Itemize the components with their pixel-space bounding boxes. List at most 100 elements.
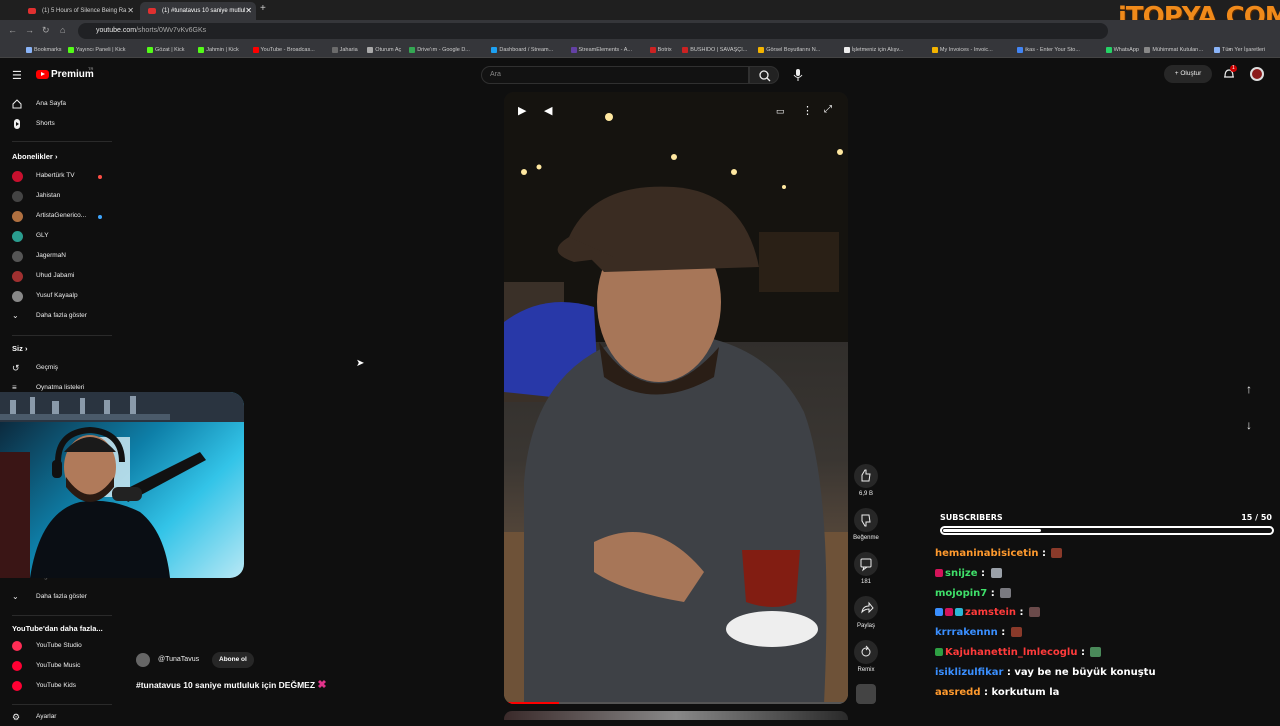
bookmark-item[interactable]: Bookmarks (26, 44, 62, 56)
stream-chat-overlay: hemaninabisicetin : snijze : mojopin7 : … (935, 544, 1275, 702)
short-title[interactable]: #tunatavus 10 saniye mutluluk için DEĞME… (136, 678, 327, 691)
home-icon[interactable]: ⌂ (60, 25, 65, 35)
play-icon[interactable]: ▶ (518, 104, 526, 117)
chat-username: Kajuhanettin_lmlecoglu (945, 646, 1078, 658)
captions-icon[interactable]: ▭ (776, 106, 785, 117)
chat-message: hemaninabisicetin : (935, 544, 1275, 564)
new-tab-button[interactable]: + (260, 3, 266, 14)
bookmark-item[interactable]: Görsel Boyutlarını N... (758, 44, 820, 56)
divider (12, 141, 112, 142)
subscriptions-heading[interactable]: Abonelikler › (12, 152, 57, 161)
sidebar-channel-item[interactable]: Yusuf Kayaalp (0, 287, 118, 305)
sidebar-channel-item[interactable]: GLY (0, 227, 118, 245)
close-tab-icon[interactable]: ✕ (245, 2, 252, 20)
volume-icon[interactable]: ◀ (544, 104, 552, 117)
reload-icon[interactable]: ↻ (42, 25, 50, 36)
bookmark-item[interactable]: StreamElements - A... (570, 44, 632, 56)
progress-track[interactable] (504, 702, 848, 704)
chat-emote-icon (1051, 548, 1063, 558)
close-tab-icon[interactable]: ✕ (127, 2, 134, 20)
browser-tab-1[interactable]: (1) 5 Hours of Silence Being Ra ✕ (20, 2, 138, 20)
show-more-button-2[interactable]: ⌄ Daha fazla göster (0, 588, 118, 606)
previous-short-button[interactable]: ↑ (1246, 382, 1252, 396)
bookmark-item[interactable]: YouTube - Broadcas... (252, 44, 315, 56)
you-heading[interactable]: Siz › (12, 344, 27, 353)
address-bar[interactable]: youtube.com/shorts/0Wv7vKv6GKs (78, 23, 1108, 39)
show-more-button[interactable]: ⌄ Daha fazla göster (0, 307, 118, 325)
create-button[interactable]: + Oluştur (1164, 65, 1212, 83)
dislike-button[interactable]: Beğenme (852, 508, 880, 541)
sidebar-channel-item[interactable]: Habertürk TV (0, 167, 118, 185)
bookmark-item[interactable]: My Invoices - Invoic... (931, 44, 993, 56)
remix-label: Remix (857, 667, 875, 673)
like-button[interactable]: 6,9 B (852, 464, 880, 497)
chat-separator: : (977, 567, 989, 579)
sidebar-item-youtube-music[interactable]: YouTube Music (0, 657, 118, 675)
channel-avatar[interactable] (136, 653, 150, 667)
next-short-button[interactable]: ↓ (1246, 418, 1252, 432)
chat-separator: : (1077, 646, 1089, 658)
search-button[interactable] (749, 66, 779, 84)
sidebar-channel-item[interactable]: Jahistan (0, 187, 118, 205)
bookmark-item[interactable]: Jahmin | Kick (198, 44, 239, 56)
channel-name[interactable]: @TunaTavus (158, 652, 199, 668)
more-from-youtube-heading: YouTube'dan daha fazla... (12, 624, 103, 633)
bookmark-item[interactable]: Dashboard / Stream... (491, 44, 553, 56)
hamburger-menu-icon[interactable]: ☰ (12, 69, 22, 82)
create-label: Oluştur (1180, 70, 1202, 77)
sidebar-item-youtube-studio[interactable]: YouTube Studio (0, 637, 118, 655)
remix-button[interactable]: Remix (852, 640, 880, 673)
bookmarks-bar: Bookmarks Yayıncı Paneli | Kick Gözat | Ki… (0, 42, 1280, 58)
sidebar-item-settings[interactable]: ⚙ Ayarlar (0, 708, 118, 726)
bookmark-item[interactable]: Drive'ım - Google D... (409, 44, 470, 56)
next-short-preview[interactable] (504, 711, 848, 720)
divider (12, 704, 112, 705)
audio-source-thumbnail[interactable] (856, 684, 876, 704)
search-input[interactable]: Ara (481, 66, 749, 84)
chevron-right-icon: › (54, 152, 58, 161)
bookmark-item[interactable]: ikas - Enter Your Sto... (1017, 44, 1080, 56)
sidebar-item-home[interactable]: Ana Sayfa (0, 95, 118, 113)
sidebar-channel-item[interactable]: Uhud Jabami (0, 267, 118, 285)
chat-separator: : (987, 587, 999, 599)
forward-icon[interactable]: → (25, 25, 34, 35)
subscribe-button[interactable]: Abone ol (212, 652, 254, 668)
fullscreen-icon[interactable]: ⤢ (824, 104, 832, 115)
bookmark-favicon-icon (198, 47, 205, 53)
bookmark-item[interactable]: Yayıncı Paneli | Kick (67, 44, 126, 56)
share-button[interactable]: Paylaş (852, 596, 880, 629)
more-options-icon[interactable]: ⋮ (802, 104, 813, 117)
bookmark-item[interactable]: Botrix (649, 44, 672, 56)
bookmark-item[interactable]: Jaharia (331, 44, 358, 56)
bookmark-item[interactable]: Oturum Aç (367, 44, 401, 56)
bookmark-item[interactable]: WhatsApp (1105, 44, 1139, 56)
chat-separator: : (1003, 666, 1015, 678)
bookmark-item[interactable]: Gözat | Kick (147, 44, 185, 56)
shorts-video-player[interactable]: ▶ ◀ ▭ ⋮ ⤢ (504, 92, 848, 704)
browser-tab-2[interactable]: (1) #tunatavus 10 saniye mutlul ✕ (140, 2, 256, 20)
chat-username: aasredd (935, 686, 981, 698)
youtube-studio-icon (12, 641, 22, 651)
bookmark-item[interactable]: İşletmeniz için Alışv... (843, 44, 903, 56)
chat-emote-icon (1029, 607, 1041, 618)
back-icon[interactable]: ← (8, 25, 17, 35)
bookmark-label: Drive'ım - Google D... (417, 47, 470, 53)
channel-avatar (12, 211, 23, 222)
short-title-text: #tunatavus 10 saniye mutluluk için DEĞME… (136, 680, 316, 690)
chat-message: snijze : (935, 564, 1275, 584)
sidebar-channel-item[interactable]: JagermaN (0, 247, 118, 265)
sidebar-item-history[interactable]: ↺ Geçmiş (0, 359, 118, 377)
bookmark-item[interactable]: Tüm Yer İşaretleri (1214, 44, 1265, 56)
bookmark-favicon-icon (1017, 47, 1024, 53)
comments-button[interactable]: 181 (852, 552, 880, 585)
sidebar-channel-item[interactable]: ArtistaGenerico... (0, 207, 118, 225)
bookmark-favicon-icon (649, 47, 656, 53)
chat-username: krrrakennn (935, 627, 998, 639)
bookmark-item[interactable]: Mühimmat Kutuları... (1144, 44, 1203, 56)
bookmark-item[interactable]: BUSHIDO | SAVAŞÇI... (682, 44, 747, 56)
sidebar-item-youtube-kids[interactable]: YouTube Kids (0, 677, 118, 695)
sidebar-item-shorts[interactable]: Shorts (0, 115, 118, 133)
bookmark-favicon-icon (1144, 47, 1151, 53)
account-avatar[interactable] (1250, 67, 1264, 81)
voice-search-button[interactable] (788, 66, 808, 84)
